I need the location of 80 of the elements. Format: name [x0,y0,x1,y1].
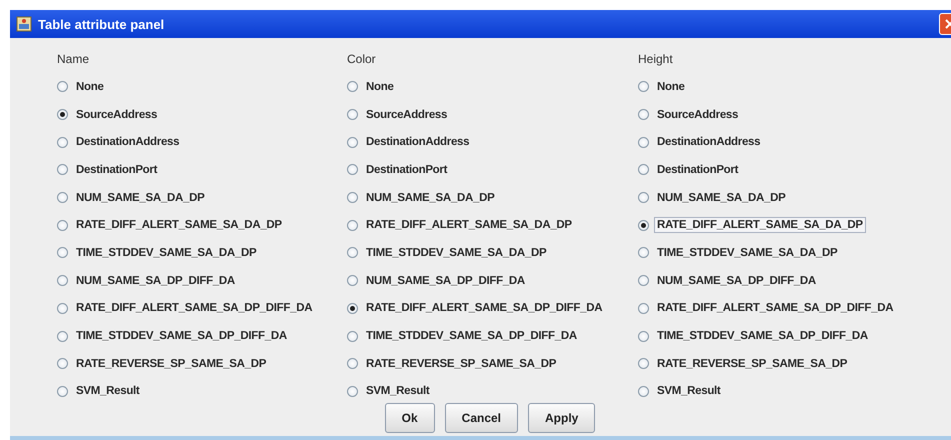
option-label[interactable]: DestinationAddress [363,134,472,150]
app-icon [16,16,32,32]
radio-button[interactable] [638,275,649,286]
radio-button[interactable] [638,81,649,92]
option-label[interactable]: TIME_STDDEV_SAME_SA_DP_DIFF_DA [654,328,871,344]
radio-button[interactable] [347,275,358,286]
radio-button[interactable] [57,247,68,258]
option-label[interactable]: None [73,78,107,95]
radio-button[interactable] [347,302,358,314]
radio-button[interactable] [347,136,358,148]
radio-button[interactable] [57,192,68,204]
option-label[interactable]: RATE_REVERSE_SP_SAME_SA_DP [654,356,850,372]
column-heading: Height [638,52,674,68]
option-label[interactable]: SVM_Result [363,383,432,400]
radio-button[interactable] [57,330,68,342]
radio-button[interactable] [638,302,649,314]
option-label[interactable]: SVM_Result [73,383,142,400]
option-label[interactable]: SourceAddress [654,106,742,123]
radio-button[interactable] [638,220,649,231]
option-label[interactable]: SourceAddress [73,106,160,123]
radio-button[interactable] [57,302,68,314]
option-label[interactable]: NUM_SAME_SA_DP_DIFF_DA [654,272,819,289]
option-label[interactable]: TIME_STDDEV_SAME_SA_DA_DP [654,244,840,261]
radio-button[interactable] [57,81,68,92]
column-heading: Color [347,52,377,68]
option-label[interactable]: RATE_REVERSE_SP_SAME_SA_DP [73,356,270,372]
option-label[interactable]: DestinationPort [654,162,742,178]
dialog-button[interactable]: Ok [384,403,435,434]
option-label[interactable]: RATE_DIFF_ALERT_SAME_SA_DA_DP [363,217,575,234]
column-heading: Name [57,52,90,68]
radio-button[interactable] [347,386,358,397]
option-label[interactable]: DestinationPort [73,162,160,178]
option-label[interactable]: TIME_STDDEV_SAME_SA_DP_DIFF_DA [73,328,290,344]
radio-button[interactable] [347,164,358,176]
dialog-button[interactable]: Apply [528,403,596,434]
option-label[interactable]: RATE_DIFF_ALERT_SAME_SA_DP_DIFF_DA [654,300,896,316]
option-label[interactable]: SourceAddress [363,106,450,123]
option-label[interactable]: TIME_STDDEV_SAME_SA_DA_DP [363,244,550,261]
radio-button[interactable] [347,109,358,120]
radio-button[interactable] [347,192,358,204]
option-label[interactable]: NUM_SAME_SA_DA_DP [363,190,498,206]
option-label[interactable]: RATE_DIFF_ALERT_SAME_SA_DA_DP [654,217,866,234]
option-label[interactable]: TIME_STDDEV_SAME_SA_DP_DIFF_DA [363,328,580,344]
window-title: Table attribute panel [38,16,166,32]
radio-button[interactable] [57,220,68,231]
radio-button[interactable] [638,164,649,176]
radio-button[interactable] [57,275,68,286]
radio-button[interactable] [638,386,649,397]
option-label[interactable]: RATE_DIFF_ALERT_SAME_SA_DP_DIFF_DA [363,300,606,316]
radio-button[interactable] [57,358,68,370]
radio-button[interactable] [638,109,649,120]
radio-button[interactable] [638,247,649,258]
dialog-button[interactable]: Cancel [444,403,518,434]
radio-button[interactable] [638,330,649,342]
radio-button[interactable] [347,358,358,370]
option-label[interactable]: RATE_DIFF_ALERT_SAME_SA_DP_DIFF_DA [73,300,316,316]
radio-button[interactable] [57,164,68,176]
radio-button[interactable] [638,192,649,204]
radio-button[interactable] [347,330,358,342]
radio-button[interactable] [347,247,358,258]
radio-button[interactable] [57,109,68,120]
option-label[interactable]: None [363,78,397,95]
radio-button[interactable] [57,386,68,397]
option-label[interactable]: DestinationAddress [73,134,182,150]
radio-button[interactable] [57,136,68,148]
option-label[interactable]: DestinationAddress [654,134,764,150]
radio-button[interactable] [347,220,358,231]
option-label[interactable]: NUM_SAME_SA_DA_DP [654,190,788,206]
radio-button[interactable] [638,358,649,370]
radio-button[interactable] [638,136,649,148]
option-label[interactable]: None [654,78,688,95]
option-label[interactable]: SVM_Result [654,383,724,400]
option-label[interactable]: NUM_SAME_SA_DA_DP [73,190,208,206]
option-label[interactable]: RATE_DIFF_ALERT_SAME_SA_DA_DP [73,217,285,234]
option-label[interactable]: TIME_STDDEV_SAME_SA_DA_DP [73,244,260,261]
option-label[interactable]: DestinationPort [363,162,450,178]
radio-button[interactable] [347,81,358,92]
option-label[interactable]: NUM_SAME_SA_DP_DIFF_DA [363,272,528,289]
option-label[interactable]: RATE_REVERSE_SP_SAME_SA_DP [363,356,560,372]
option-label[interactable]: NUM_SAME_SA_DP_DIFF_DA [73,272,238,289]
